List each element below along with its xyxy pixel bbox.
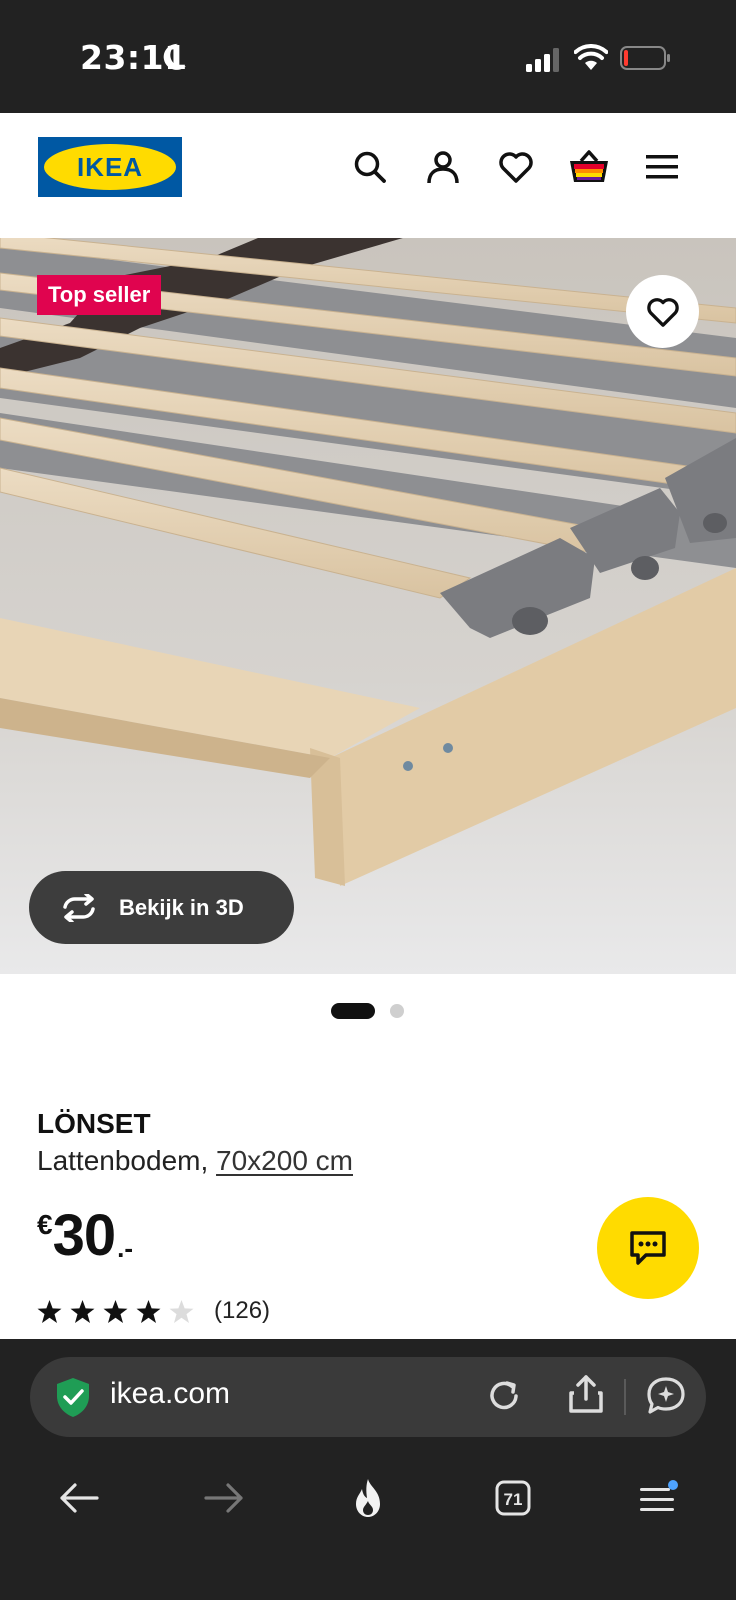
security-shield-icon <box>57 1378 89 1417</box>
price-suffix: .- <box>117 1233 133 1263</box>
search-button[interactable] <box>348 145 392 189</box>
pager-dot-active[interactable] <box>331 1003 375 1019</box>
view-in-3d-button[interactable]: Bekijk in 3D <box>29 871 294 944</box>
tab-count: 71 <box>504 1490 523 1509</box>
back-button[interactable] <box>54 1473 104 1523</box>
menu-with-badge-icon <box>640 1480 678 1511</box>
browser-toolbar: ikea.com 71 <box>0 1339 736 1600</box>
shopping-bag-button[interactable] <box>567 145 611 189</box>
product-description: Lattenbodem, 70x200 cm <box>37 1145 353 1177</box>
address-bar-divider <box>624 1379 626 1415</box>
product-type: Lattenbodem, <box>37 1145 209 1176</box>
arrow-right-icon <box>204 1483 243 1513</box>
account-icon <box>427 151 459 184</box>
price-amount: 30 <box>52 1203 117 1268</box>
arrow-left-icon <box>60 1483 99 1513</box>
browser-menu-button[interactable] <box>633 1473 683 1523</box>
tabs-button[interactable]: 71 <box>488 1473 538 1523</box>
star-filled-icon <box>103 1299 128 1323</box>
moon-icon <box>163 43 186 70</box>
share-icon[interactable] <box>567 1373 605 1415</box>
account-button[interactable] <box>421 145 465 189</box>
star-filled-icon <box>70 1299 95 1323</box>
add-to-wishlist-button[interactable] <box>626 275 699 348</box>
ikea-logo[interactable]: IKEA <box>38 137 182 197</box>
review-count: (126) <box>214 1297 271 1324</box>
chat-support-button[interactable] <box>597 1197 699 1299</box>
price-currency: € <box>37 1209 53 1240</box>
tabs-count-icon: 71 <box>495 1480 531 1516</box>
shopping-bag-icon <box>570 150 608 182</box>
product-photo-slatted-bed-base <box>0 238 736 974</box>
search-icon <box>354 151 386 183</box>
chat-bubble-icon <box>630 1231 666 1265</box>
top-seller-badge: Top seller <box>37 275 162 315</box>
battery-low-icon <box>620 46 670 70</box>
wishlist-button[interactable] <box>494 145 538 189</box>
hamburger-menu-icon <box>646 155 678 179</box>
ai-assistant-icon[interactable] <box>645 1375 687 1417</box>
view-in-3d-label: Bekijk in 3D <box>119 894 244 920</box>
wishlist-heart-icon <box>499 152 533 183</box>
flame-button[interactable] <box>343 1473 393 1523</box>
rotate-3d-icon <box>59 893 99 922</box>
product-name: LÖNSET <box>37 1108 151 1139</box>
star-filled-icon <box>37 1299 62 1323</box>
star-empty-icon <box>169 1299 194 1323</box>
product-price: € 30 .- <box>37 1205 133 1291</box>
product-rating[interactable]: (126) <box>37 1297 270 1325</box>
reload-icon[interactable] <box>485 1377 523 1415</box>
heart-icon <box>646 297 679 327</box>
image-pager <box>0 1003 736 1019</box>
star-filled-icon <box>136 1299 161 1323</box>
url-text: ikea.com <box>110 1377 231 1410</box>
wifi-icon <box>574 44 608 70</box>
site-header: IKEA <box>0 113 736 238</box>
address-bar[interactable]: ikea.com <box>30 1357 706 1437</box>
cellular-signal-icon <box>526 48 559 72</box>
product-size-link[interactable]: 70x200 cm <box>216 1145 353 1176</box>
menu-button[interactable] <box>640 145 684 189</box>
flame-icon <box>356 1479 380 1517</box>
forward-button[interactable] <box>199 1473 249 1523</box>
status-bar: 23:11 <box>0 0 736 113</box>
pager-dot[interactable] <box>390 1004 404 1018</box>
ikea-logo-text: IKEA <box>77 152 143 182</box>
product-image-carousel[interactable]: Top seller Bekijk in 3D <box>0 238 736 974</box>
